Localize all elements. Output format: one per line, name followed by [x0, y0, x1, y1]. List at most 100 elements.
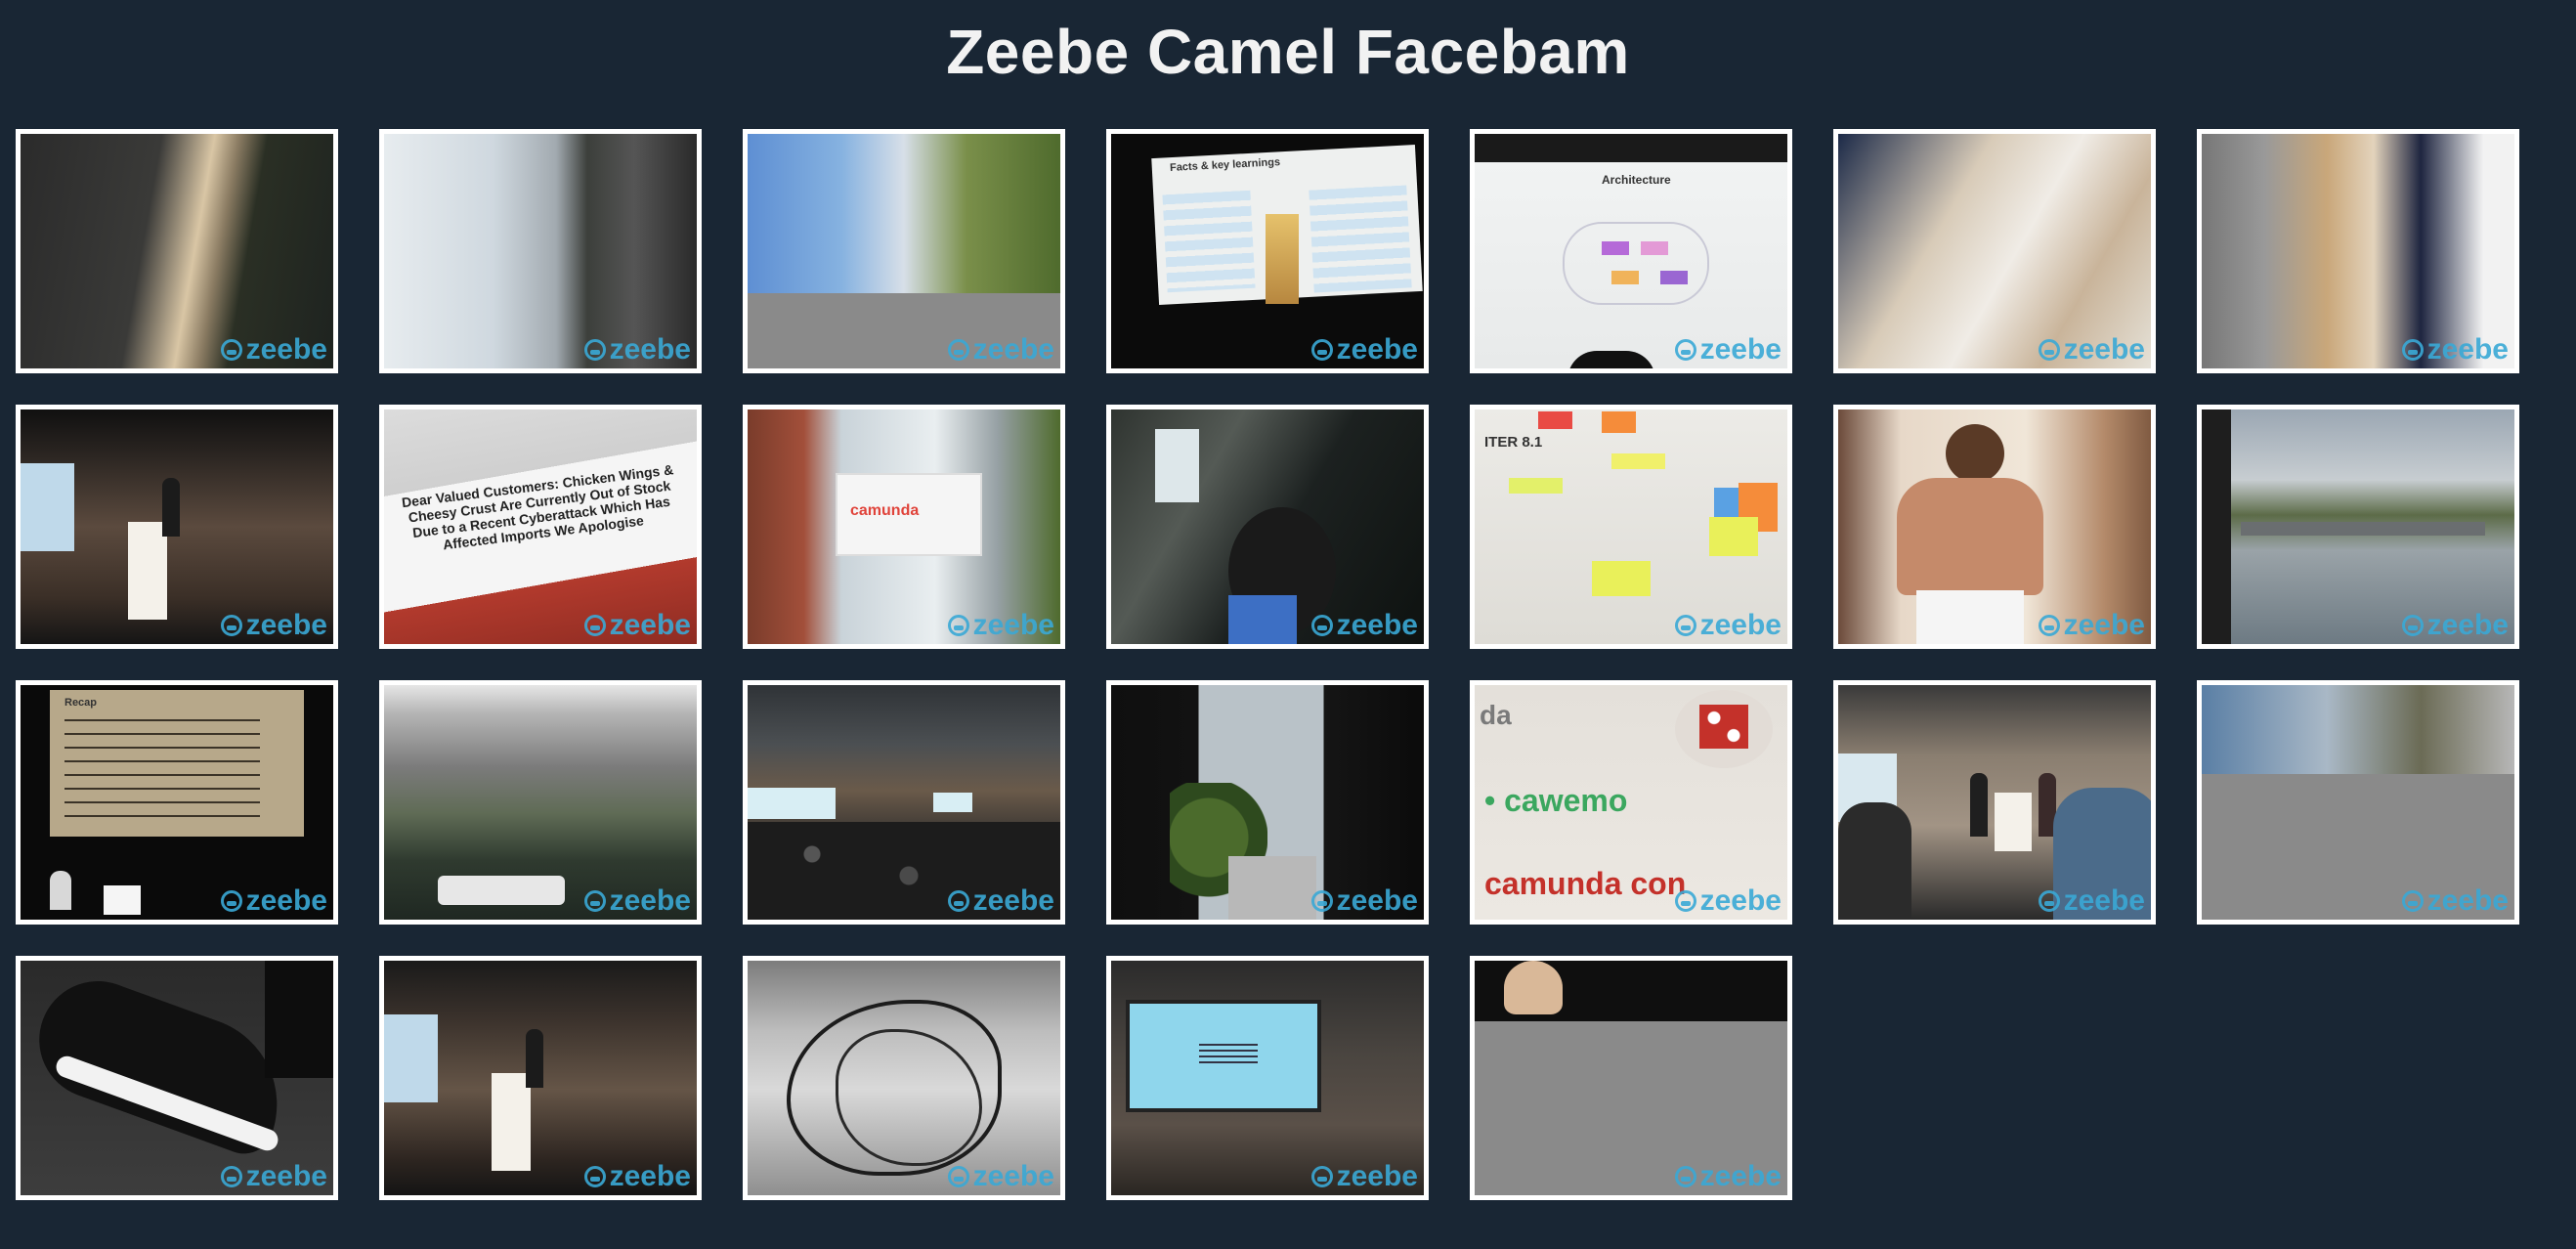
watermark-text: zeebe: [1336, 1160, 1418, 1192]
watermark-text: zeebe: [1336, 609, 1418, 641]
podium: [492, 1073, 531, 1171]
zeebe-watermark: zeebe: [220, 609, 327, 641]
text-cawemo: • cawemo: [1484, 783, 1628, 818]
zeebe-logo-icon: [1674, 1166, 1696, 1187]
zeebe-watermark: zeebe: [947, 609, 1054, 641]
watermark-text: zeebe: [2426, 884, 2509, 917]
photo-thumbnail[interactable]: ITER 8.1 zeebe: [1470, 405, 1792, 649]
panelist-1: [1970, 773, 1988, 837]
watermark-text: zeebe: [2426, 609, 2509, 641]
photo-thumbnail[interactable]: zeebe: [1833, 129, 2156, 373]
zeebe-watermark: zeebe: [1310, 333, 1418, 366]
zeebe-logo-icon: [583, 339, 606, 361]
watermark-text: zeebe: [1699, 884, 1782, 917]
watermark-text: zeebe: [245, 1160, 327, 1192]
watermark-text: zeebe: [972, 609, 1054, 641]
photo-thumbnail[interactable]: zeebe: [16, 405, 338, 649]
watermark-text: zeebe: [2426, 333, 2509, 366]
slide-lines: [64, 719, 260, 817]
zeebe-watermark: zeebe: [220, 1160, 327, 1192]
zeebe-logo-icon: [2401, 890, 2424, 912]
watermark-text: zeebe: [609, 884, 691, 917]
zeebe-watermark: zeebe: [583, 611, 691, 640]
leg: [265, 961, 333, 1078]
sticky-yellow-1: [1611, 453, 1665, 469]
sticky-yellow-2: [1509, 478, 1563, 494]
zeebe-watermark: zeebe: [583, 884, 691, 917]
zeebe-logo-icon: [2038, 890, 2060, 912]
photo-thumbnail[interactable]: zeebe: [379, 956, 702, 1200]
zeebe-watermark: zeebe: [2038, 611, 2145, 640]
photo-thumbnail[interactable]: camunda zeebe: [743, 405, 1065, 649]
watermark-text: zeebe: [1336, 884, 1418, 917]
zeebe-watermark: zeebe: [1674, 335, 1782, 365]
photo-thumbnail[interactable]: zeebe: [1106, 405, 1429, 649]
photo-thumbnail[interactable]: da • cawemo camunda con zeebe: [1470, 680, 1792, 925]
photo-thumbnail[interactable]: zeebe: [16, 956, 338, 1200]
audience-left: [1838, 802, 1911, 920]
window-frame: [2202, 409, 2231, 644]
photo-thumbnail[interactable]: zeebe: [2197, 680, 2519, 925]
banner-text: camunda: [850, 502, 920, 519]
photo-thumbnail[interactable]: zeebe: [1833, 405, 2156, 649]
zeebe-logo-icon: [220, 339, 242, 361]
watermark-text: zeebe: [972, 333, 1054, 366]
slide-title: Recap: [64, 697, 98, 709]
zeebe-watermark: zeebe: [947, 333, 1054, 366]
zeebe-logo-icon: [220, 615, 242, 636]
watermark-text: zeebe: [1699, 1160, 1782, 1192]
watermark-text: zeebe: [972, 884, 1054, 917]
photo-thumbnail[interactable]: zeebe: [379, 129, 702, 373]
window: [1155, 429, 1199, 502]
podium: [1995, 793, 2032, 851]
zeebe-logo-icon: [2038, 615, 2060, 636]
page-title: Zeebe Camel Facebam: [946, 17, 1630, 87]
photo-thumbnail[interactable]: Recap zeebe: [16, 680, 338, 925]
zeebe-logo-icon: [583, 615, 606, 636]
zeebe-logo-icon: [947, 615, 969, 636]
blue-shirt: [1228, 595, 1297, 644]
zeebe-logo-icon: [1310, 1166, 1333, 1187]
watermark-text: zeebe: [245, 609, 327, 641]
iteration-label: ITER 8.1: [1484, 434, 1543, 451]
photo-thumbnail[interactable]: zeebe: [743, 956, 1065, 1200]
photo-thumbnail[interactable]: zeebe: [16, 129, 338, 373]
speaker: [526, 1029, 543, 1088]
zeebe-watermark: zeebe: [1674, 609, 1782, 641]
photo-thumbnail[interactable]: Dear Valued Customers: Chicken Wings & C…: [379, 405, 702, 649]
photo-thumbnail[interactable]: zeebe: [2197, 129, 2519, 373]
zeebe-watermark: zeebe: [583, 1160, 691, 1192]
zeebe-logo-icon: [1674, 890, 1696, 912]
photo-thumbnail[interactable]: zeebe: [1106, 956, 1429, 1200]
photo-thumbnail[interactable]: Facts & key learnings zeebe: [1106, 129, 1429, 373]
photo-thumbnail[interactable]: zeebe: [1833, 680, 2156, 925]
screen-text: [1199, 1044, 1258, 1063]
zeebe-logo-icon: [947, 339, 969, 361]
watermark-text: zeebe: [972, 1160, 1054, 1192]
speaker: [50, 871, 71, 910]
photo-thumbnail[interactable]: zeebe: [743, 680, 1065, 925]
sticky-yellow-4: [1709, 517, 1758, 556]
photo-thumbnail[interactable]: zeebe: [379, 680, 702, 925]
watermark-text: zeebe: [1336, 333, 1418, 366]
watermark-text: zeebe: [1699, 609, 1782, 641]
person-torso: [1897, 478, 2043, 595]
zeebe-logo-icon: [947, 890, 969, 912]
zeebe-watermark: zeebe: [2401, 884, 2509, 917]
photo-thumbnail[interactable]: zeebe: [1470, 956, 1792, 1200]
photo-thumbnail[interactable]: zeebe: [2197, 405, 2519, 649]
podium: [128, 522, 167, 620]
zeebe-logo-icon: [1310, 339, 1333, 361]
zeebe-logo-icon: [1674, 615, 1696, 636]
photo-thumbnail[interactable]: zeebe: [743, 129, 1065, 373]
photo-thumbnail[interactable]: zeebe: [1106, 680, 1429, 925]
zeebe-watermark: zeebe: [1310, 884, 1418, 917]
zeebe-logo-icon: [2401, 339, 2424, 361]
sticky-orange: [1602, 411, 1636, 433]
text-camunda-con: camunda con: [1484, 866, 1687, 901]
photo-thumbnail[interactable]: Architecture zeebe: [1470, 129, 1792, 373]
watermark-text: zeebe: [609, 1160, 691, 1192]
shorts: [1916, 590, 2024, 644]
zeebe-watermark: zeebe: [1674, 1160, 1782, 1192]
zeebe-logo-icon: [1310, 615, 1333, 636]
